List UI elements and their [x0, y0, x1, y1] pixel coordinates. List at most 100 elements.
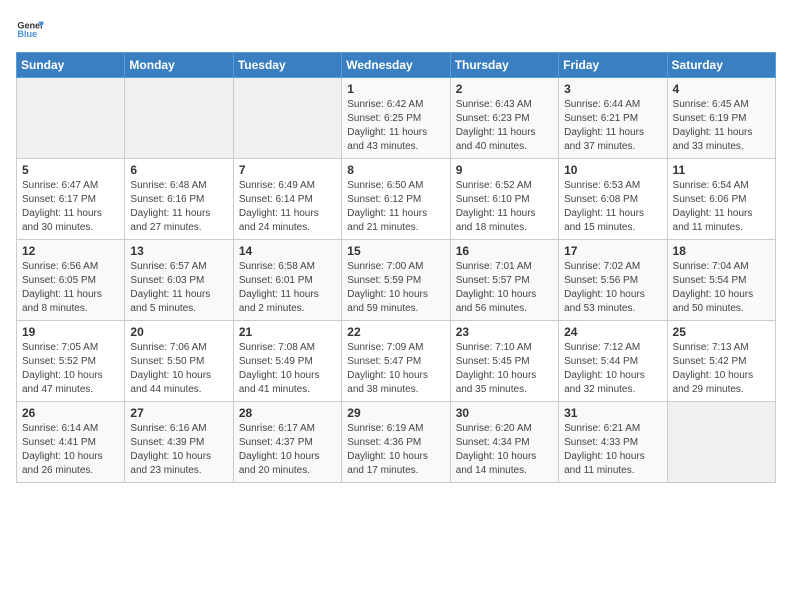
day-info: Sunrise: 7:05 AM Sunset: 5:52 PM Dayligh…	[22, 341, 119, 397]
day-number: 17	[564, 244, 661, 258]
calendar-cell: 20 Sunrise: 7:06 AM Sunset: 5:50 PM Dayli…	[125, 321, 233, 402]
day-number: 11	[673, 163, 770, 177]
calendar-cell: 27 Sunrise: 6:16 AM Sunset: 4:39 PM Dayli…	[125, 402, 233, 483]
day-number: 3	[564, 82, 661, 96]
weekday-header-tuesday: Tuesday	[233, 53, 341, 78]
day-info: Sunrise: 6:44 AM Sunset: 6:21 PM Dayligh…	[564, 98, 661, 154]
day-number: 4	[673, 82, 770, 96]
weekday-header-wednesday: Wednesday	[342, 53, 450, 78]
day-info: Sunrise: 6:57 AM Sunset: 6:03 PM Dayligh…	[130, 260, 227, 316]
day-info: Sunrise: 6:16 AM Sunset: 4:39 PM Dayligh…	[130, 422, 227, 478]
day-info: Sunrise: 7:10 AM Sunset: 5:45 PM Dayligh…	[456, 341, 553, 397]
logo: General Blue	[16, 16, 44, 44]
day-info: Sunrise: 6:17 AM Sunset: 4:37 PM Dayligh…	[239, 422, 336, 478]
day-number: 7	[239, 163, 336, 177]
day-number: 26	[22, 406, 119, 420]
calendar-cell: 10Sunrise: 6:53 AM Sunset: 6:08 PM Dayli…	[559, 159, 667, 240]
day-number: 8	[347, 163, 444, 177]
day-number: 13	[130, 244, 227, 258]
day-info: Sunrise: 6:52 AM Sunset: 6:10 PM Dayligh…	[456, 179, 553, 235]
day-number: 16	[456, 244, 553, 258]
day-number: 1	[347, 82, 444, 96]
weekday-header-row: SundayMondayTuesdayWednesdayThursdayFrid…	[17, 53, 776, 78]
calendar-cell: 8 Sunrise: 6:50 AM Sunset: 6:12 PM Daylig…	[342, 159, 450, 240]
day-info: Sunrise: 6:56 AM Sunset: 6:05 PM Dayligh…	[22, 260, 119, 316]
day-info: Sunrise: 6:48 AM Sunset: 6:16 PM Dayligh…	[130, 179, 227, 235]
day-number: 25	[673, 325, 770, 339]
calendar-cell: 9 Sunrise: 6:52 AM Sunset: 6:10 PM Daylig…	[450, 159, 558, 240]
weekday-header-thursday: Thursday	[450, 53, 558, 78]
calendar-cell: 19 Sunrise: 7:05 AM Sunset: 5:52 PM Dayli…	[17, 321, 125, 402]
calendar-cell: 4Sunrise: 6:45 AM Sunset: 6:19 PM Daylig…	[667, 78, 775, 159]
day-info: Sunrise: 6:20 AM Sunset: 4:34 PM Dayligh…	[456, 422, 553, 478]
calendar-cell: 29 Sunrise: 6:19 AM Sunset: 4:36 PM Dayli…	[342, 402, 450, 483]
day-number: 12	[22, 244, 119, 258]
calendar-cell: 16 Sunrise: 7:01 AM Sunset: 5:57 PM Dayli…	[450, 240, 558, 321]
day-info: Sunrise: 7:08 AM Sunset: 5:49 PM Dayligh…	[239, 341, 336, 397]
week-row-2: 5 Sunrise: 6:47 AM Sunset: 6:17 PM Daylig…	[17, 159, 776, 240]
day-info: Sunrise: 7:06 AM Sunset: 5:50 PM Dayligh…	[130, 341, 227, 397]
day-info: Sunrise: 6:54 AM Sunset: 6:06 PM Dayligh…	[673, 179, 770, 235]
day-info: Sunrise: 7:13 AM Sunset: 5:42 PM Dayligh…	[673, 341, 770, 397]
day-info: Sunrise: 6:21 AM Sunset: 4:33 PM Dayligh…	[564, 422, 661, 478]
day-number: 9	[456, 163, 553, 177]
day-number: 5	[22, 163, 119, 177]
week-row-5: 26 Sunrise: 6:14 AM Sunset: 4:41 PM Dayli…	[17, 402, 776, 483]
day-info: Sunrise: 7:00 AM Sunset: 5:59 PM Dayligh…	[347, 260, 444, 316]
day-number: 30	[456, 406, 553, 420]
day-info: Sunrise: 6:47 AM Sunset: 6:17 PM Dayligh…	[22, 179, 119, 235]
day-info: Sunrise: 7:02 AM Sunset: 5:56 PM Dayligh…	[564, 260, 661, 316]
calendar-cell: 21Sunrise: 7:08 AM Sunset: 5:49 PM Dayli…	[233, 321, 341, 402]
day-number: 23	[456, 325, 553, 339]
day-info: Sunrise: 7:09 AM Sunset: 5:47 PM Dayligh…	[347, 341, 444, 397]
day-number: 31	[564, 406, 661, 420]
day-number: 15	[347, 244, 444, 258]
calendar-cell: 24Sunrise: 7:12 AM Sunset: 5:44 PM Dayli…	[559, 321, 667, 402]
calendar-cell: 14 Sunrise: 6:58 AM Sunset: 6:01 PM Dayli…	[233, 240, 341, 321]
day-number: 18	[673, 244, 770, 258]
calendar-cell: 2 Sunrise: 6:43 AM Sunset: 6:23 PM Daylig…	[450, 78, 558, 159]
calendar-cell: 12 Sunrise: 6:56 AM Sunset: 6:05 PM Dayli…	[17, 240, 125, 321]
calendar-cell	[17, 78, 125, 159]
day-info: Sunrise: 6:50 AM Sunset: 6:12 PM Dayligh…	[347, 179, 444, 235]
day-info: Sunrise: 6:42 AM Sunset: 6:25 PM Dayligh…	[347, 98, 444, 154]
day-number: 22	[347, 325, 444, 339]
calendar-cell: 30 Sunrise: 6:20 AM Sunset: 4:34 PM Dayli…	[450, 402, 558, 483]
calendar-cell: 17 Sunrise: 7:02 AM Sunset: 5:56 PM Dayli…	[559, 240, 667, 321]
calendar-cell: 1 Sunrise: 6:42 AM Sunset: 6:25 PM Daylig…	[342, 78, 450, 159]
week-row-4: 19 Sunrise: 7:05 AM Sunset: 5:52 PM Dayli…	[17, 321, 776, 402]
calendar-cell: 6Sunrise: 6:48 AM Sunset: 6:16 PM Daylig…	[125, 159, 233, 240]
calendar-cell: 26 Sunrise: 6:14 AM Sunset: 4:41 PM Dayli…	[17, 402, 125, 483]
day-number: 27	[130, 406, 227, 420]
calendar-cell: 5 Sunrise: 6:47 AM Sunset: 6:17 PM Daylig…	[17, 159, 125, 240]
calendar-cell: 3 Sunrise: 6:44 AM Sunset: 6:21 PM Daylig…	[559, 78, 667, 159]
day-info: Sunrise: 7:01 AM Sunset: 5:57 PM Dayligh…	[456, 260, 553, 316]
day-info: Sunrise: 6:19 AM Sunset: 4:36 PM Dayligh…	[347, 422, 444, 478]
day-info: Sunrise: 7:12 AM Sunset: 5:44 PM Dayligh…	[564, 341, 661, 397]
calendar-cell: 11 Sunrise: 6:54 AM Sunset: 6:06 PM Dayli…	[667, 159, 775, 240]
day-number: 10	[564, 163, 661, 177]
day-info: Sunrise: 6:14 AM Sunset: 4:41 PM Dayligh…	[22, 422, 119, 478]
calendar-cell: 25 Sunrise: 7:13 AM Sunset: 5:42 PM Dayli…	[667, 321, 775, 402]
calendar-cell: 7Sunrise: 6:49 AM Sunset: 6:14 PM Daylig…	[233, 159, 341, 240]
weekday-header-saturday: Saturday	[667, 53, 775, 78]
calendar-cell	[125, 78, 233, 159]
day-number: 2	[456, 82, 553, 96]
calendar-cell: 31 Sunrise: 6:21 AM Sunset: 4:33 PM Dayli…	[559, 402, 667, 483]
day-number: 14	[239, 244, 336, 258]
weekday-header-monday: Monday	[125, 53, 233, 78]
calendar-cell: 13 Sunrise: 6:57 AM Sunset: 6:03 PM Dayli…	[125, 240, 233, 321]
logo-icon: General Blue	[16, 16, 44, 44]
weekday-header-friday: Friday	[559, 53, 667, 78]
day-number: 19	[22, 325, 119, 339]
day-info: Sunrise: 6:58 AM Sunset: 6:01 PM Dayligh…	[239, 260, 336, 316]
calendar-cell: 28 Sunrise: 6:17 AM Sunset: 4:37 PM Dayli…	[233, 402, 341, 483]
day-number: 29	[347, 406, 444, 420]
svg-text:Blue: Blue	[17, 29, 37, 39]
day-info: Sunrise: 6:43 AM Sunset: 6:23 PM Dayligh…	[456, 98, 553, 154]
day-number: 28	[239, 406, 336, 420]
calendar-table: SundayMondayTuesdayWednesdayThursdayFrid…	[16, 52, 776, 483]
calendar-cell: 15 Sunrise: 7:00 AM Sunset: 5:59 PM Dayli…	[342, 240, 450, 321]
day-number: 20	[130, 325, 227, 339]
week-row-1: 1 Sunrise: 6:42 AM Sunset: 6:25 PM Daylig…	[17, 78, 776, 159]
